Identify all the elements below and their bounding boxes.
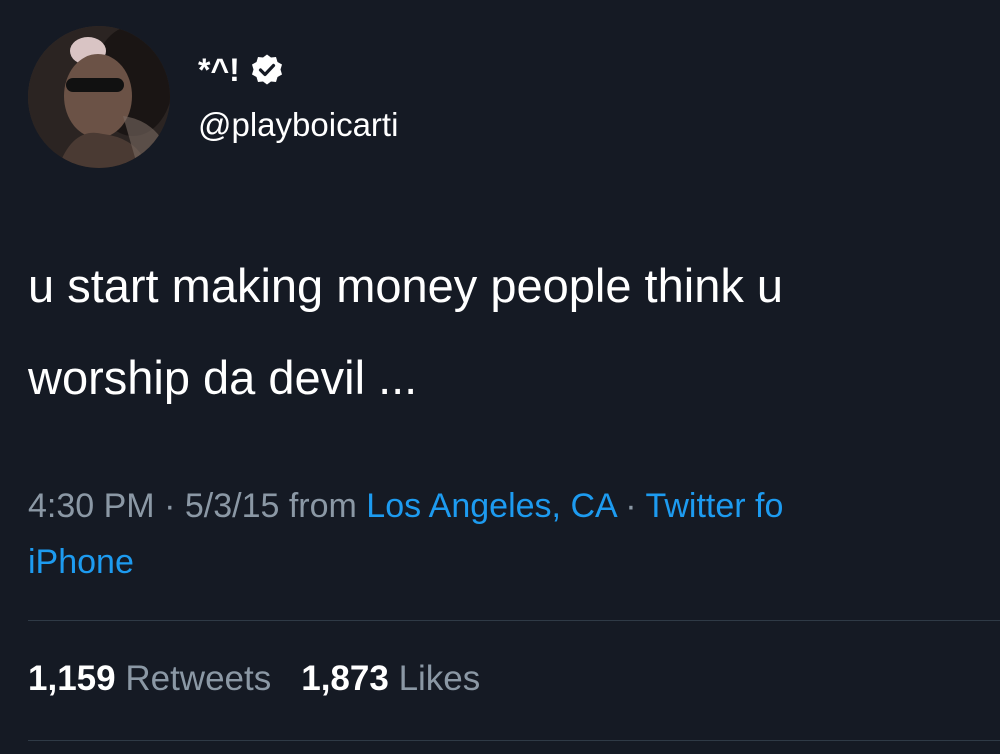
separator-dot: · [164,487,176,525]
tweet-stats: 1,159 Retweets 1,873 Likes [28,654,480,704]
tweet-text-line: u start making money people think u [28,259,784,312]
avatar[interactable] [28,26,170,168]
location-link[interactable]: Los Angeles, CA [366,487,616,525]
likes-label: Likes [398,659,481,698]
metadata-line-2: iPhone [28,534,1000,590]
tweet-metadata: 4:30 PM · 5/3/15 from Los Angeles, CA · … [28,478,1000,590]
tweet-date[interactable]: 5/3/15 [185,487,280,525]
divider [28,740,1000,741]
tweet-time[interactable]: 4:30 PM [28,487,155,525]
divider [28,620,1000,621]
verified-badge-icon [250,53,284,87]
retweets-count: 1,159 [28,659,116,698]
from-label: from [288,487,357,525]
tweet-text-line: worship da devil ... [28,351,418,404]
likes-count: 1,873 [301,659,389,698]
tweet-text: u start making money people think u wors… [28,240,1000,424]
tweet-card: *^! @playboicarti u start making money p… [0,0,1000,754]
user-handle[interactable]: @playboicarti [198,104,398,146]
client-link-continued[interactable]: iPhone [28,543,134,581]
retweets-label: Retweets [125,659,272,698]
separator-dot: · [625,487,637,525]
author-name-row: *^! [198,48,284,92]
retweets-stat[interactable]: 1,159 Retweets [28,654,271,704]
likes-stat[interactable]: 1,873 Likes [301,654,480,704]
profile-photo-icon [28,26,170,168]
display-name[interactable]: *^! [198,48,240,92]
metadata-line-1: 4:30 PM · 5/3/15 from Los Angeles, CA · … [28,478,1000,534]
client-link[interactable]: Twitter fo [645,487,783,525]
